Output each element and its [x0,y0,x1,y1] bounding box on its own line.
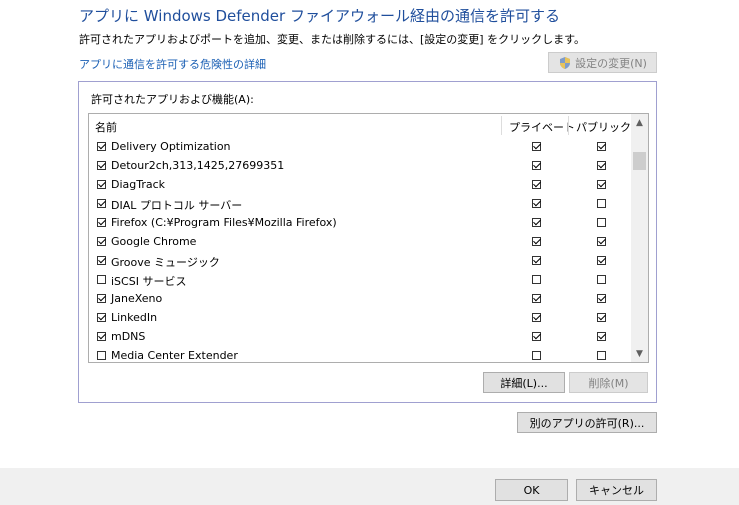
column-header-private[interactable]: プライベート [509,119,575,135]
app-enabled-checkbox[interactable] [97,180,106,189]
table-row[interactable]: Media Center Extender [89,347,632,362]
details-button[interactable]: 詳細(L)... [483,372,565,393]
table-row[interactable]: DIAL プロトコル サーバー [89,195,632,214]
cancel-button[interactable]: キャンセル [576,479,657,501]
risk-details-link[interactable]: アプリに通信を許可する危険性の詳細 [79,56,266,72]
public-checkbox[interactable] [597,180,606,189]
page-title: アプリに Windows Defender ファイアウォール経由の通信を許可する [79,7,560,25]
table-row[interactable]: Google Chrome [89,233,632,252]
private-checkbox[interactable] [532,351,541,360]
public-checkbox[interactable] [597,351,606,360]
app-enabled-checkbox[interactable] [97,294,106,303]
uac-shield-icon [558,56,572,70]
list-scrollbar[interactable]: ▲ ▼ [631,114,648,362]
app-enabled-checkbox[interactable] [97,237,106,246]
app-enabled-checkbox[interactable] [97,332,106,341]
column-header-public[interactable]: パブリック [576,119,631,135]
public-checkbox[interactable] [597,218,606,227]
private-checkbox[interactable] [532,313,541,322]
private-checkbox[interactable] [532,218,541,227]
app-enabled-checkbox[interactable] [97,351,106,360]
app-enabled-checkbox[interactable] [97,142,106,151]
column-header-name[interactable]: 名前 [95,119,117,135]
allow-another-app-button[interactable]: 別のアプリの許可(R)... [517,412,657,433]
public-checkbox[interactable] [597,256,606,265]
private-checkbox[interactable] [532,332,541,341]
table-row[interactable]: Groove ミュージック [89,252,632,271]
private-checkbox[interactable] [532,256,541,265]
public-checkbox[interactable] [597,161,606,170]
scroll-thumb[interactable] [633,152,646,170]
app-name: LinkedIn [111,311,158,324]
public-checkbox[interactable] [597,332,606,341]
app-enabled-checkbox[interactable] [97,313,106,322]
private-checkbox[interactable] [532,142,541,151]
app-name: DIAL プロトコル サーバー [111,199,243,212]
app-enabled-checkbox[interactable] [97,256,106,265]
public-checkbox[interactable] [597,275,606,284]
table-row[interactable]: iSCSI サービス [89,271,632,290]
app-name: Media Center Extender [111,349,238,362]
table-row[interactable]: Detour2ch,313,1425,27699351 [89,157,632,176]
scroll-down-icon[interactable]: ▼ [631,345,648,362]
public-checkbox[interactable] [597,199,606,208]
private-checkbox[interactable] [532,161,541,170]
app-name: Groove ミュージック [111,256,220,269]
table-row[interactable]: Delivery Optimization [89,138,632,157]
ok-button[interactable]: OK [495,479,568,501]
allowed-apps-list[interactable]: 名前 プライベート パブリック Delivery Optimization Det… [88,113,649,363]
private-checkbox[interactable] [532,294,541,303]
allowed-apps-label: 許可されたアプリおよび機能(A): [91,93,254,106]
scroll-up-icon[interactable]: ▲ [631,114,648,131]
table-row[interactable]: Firefox (C:¥Program Files¥Mozilla Firefo… [89,214,632,233]
app-enabled-checkbox[interactable] [97,275,106,284]
private-checkbox[interactable] [532,199,541,208]
app-name: Detour2ch,313,1425,27699351 [111,159,285,172]
table-row[interactable]: JaneXeno [89,290,632,309]
app-name: iSCSI サービス [111,275,187,288]
app-enabled-checkbox[interactable] [97,161,106,170]
app-enabled-checkbox[interactable] [97,199,106,208]
app-name: mDNS [111,330,146,343]
public-checkbox[interactable] [597,142,606,151]
app-name: Delivery Optimization [111,140,231,153]
public-checkbox[interactable] [597,313,606,322]
public-checkbox[interactable] [597,237,606,246]
private-checkbox[interactable] [532,180,541,189]
remove-button[interactable]: 削除(M) [569,372,648,393]
private-checkbox[interactable] [532,237,541,246]
table-row[interactable]: LinkedIn [89,309,632,328]
change-settings-label: 設定の変更(N) [575,56,647,70]
page-description: 許可されたアプリおよびポートを追加、変更、または削除するには、[設定の変更] を… [79,33,585,46]
change-settings-button[interactable]: 設定の変更(N) [548,52,657,73]
app-name: JaneXeno [111,292,163,305]
app-name: Google Chrome [111,235,197,248]
table-row[interactable]: mDNS [89,328,632,347]
app-enabled-checkbox[interactable] [97,218,106,227]
private-checkbox[interactable] [532,275,541,284]
list-header: 名前 プライベート パブリック [89,114,632,137]
app-name: Firefox (C:¥Program Files¥Mozilla Firefo… [111,216,337,229]
table-row[interactable]: DiagTrack [89,176,632,195]
app-name: DiagTrack [111,178,166,191]
public-checkbox[interactable] [597,294,606,303]
